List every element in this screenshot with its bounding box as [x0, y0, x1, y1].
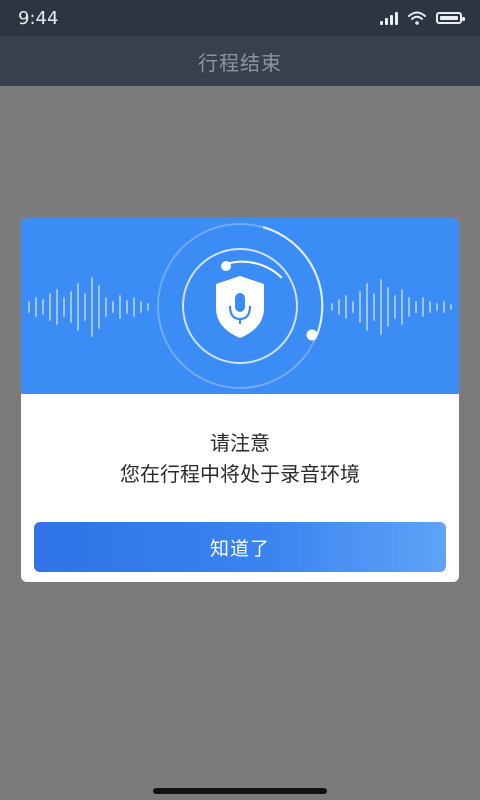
signal-icon — [380, 11, 398, 25]
page-title: 行程结束 — [198, 50, 282, 75]
status-icons — [380, 11, 465, 25]
dialog-message: 请注意 您在行程中将处于录音环境 — [21, 428, 459, 490]
status-bar: 9:44 — [0, 0, 480, 36]
battery-icon — [436, 12, 465, 24]
wifi-icon — [408, 11, 426, 25]
shield-microphone-icon — [216, 276, 264, 338]
acknowledge-button[interactable]: 知道了 — [34, 522, 446, 572]
dialog-message-body: 您在行程中将处于录音环境 — [120, 462, 360, 486]
home-indicator[interactable] — [153, 788, 327, 794]
dialog-hero-banner — [21, 218, 459, 394]
nav-bar: 行程结束 — [0, 36, 480, 86]
sound-wave-illustration — [28, 223, 452, 389]
dialog-message-title: 请注意 — [210, 431, 270, 455]
recording-notice-dialog: 请注意 您在行程中将处于录音环境 知道了 — [21, 218, 459, 582]
status-time: 9:44 — [18, 7, 59, 29]
